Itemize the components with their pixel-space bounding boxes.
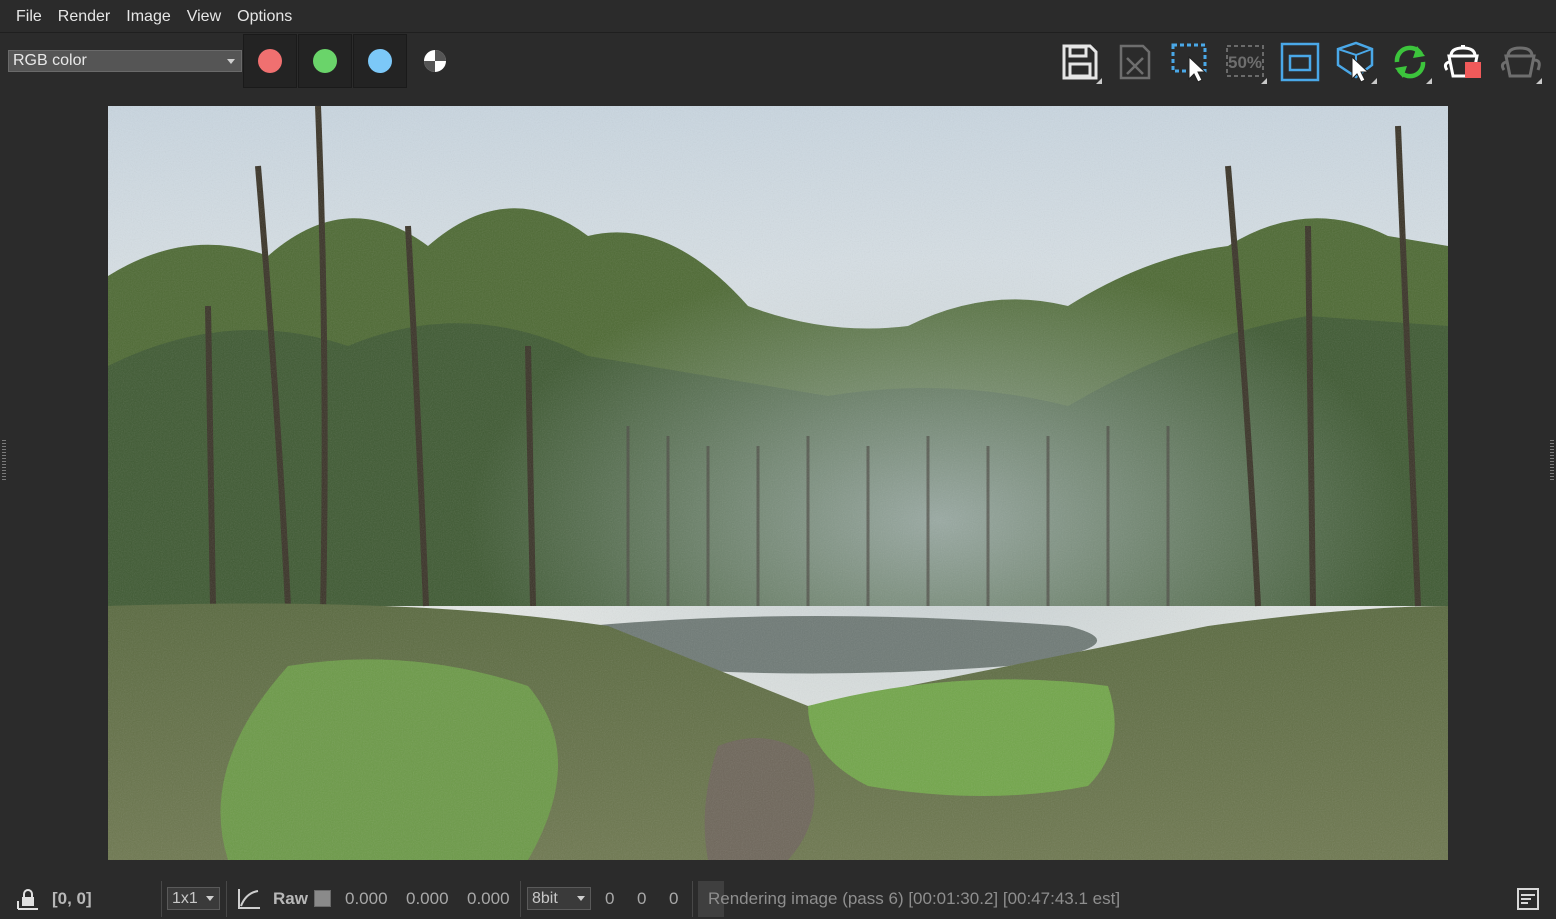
render-stop-button[interactable] [1439, 38, 1491, 86]
channel-select[interactable]: RGB color [8, 50, 242, 72]
render-teapot-icon [1500, 46, 1541, 78]
b-int-value: 0 [669, 889, 679, 908]
sampling-select[interactable]: 1x1 [167, 887, 220, 910]
safe-frame-button[interactable] [1274, 38, 1326, 86]
red-dot-icon [258, 49, 282, 73]
render-status-text: Rendering image (pass 6) [00:01:30.2] [0… [708, 889, 1121, 908]
zoom-50-percent-icon: 50% [1226, 45, 1264, 77]
menu-file[interactable]: File [8, 0, 50, 33]
pixel-coords: [0, 0] [52, 889, 92, 908]
render-teapot-button[interactable] [1494, 38, 1546, 86]
rendered-image[interactable] [108, 106, 1448, 860]
toolbar: RGB color 50% [0, 34, 1556, 88]
r-float-value: 0.000 [345, 889, 388, 908]
dropdown-corner-icon [1426, 78, 1432, 84]
save-image-button[interactable] [1054, 38, 1106, 86]
b-float-value: 0.000 [467, 889, 510, 908]
bit-depth-select[interactable]: 8bit [527, 887, 591, 910]
green-channel-button[interactable] [298, 34, 352, 88]
lock-icon[interactable] [16, 887, 40, 911]
alpha-channel-button[interactable] [408, 34, 462, 88]
forest-render-image [108, 106, 1448, 860]
sampling-value: 1x1 [172, 890, 198, 907]
divider [520, 881, 521, 917]
clear-frame-buffer-button[interactable] [1109, 38, 1161, 86]
alpha-channel-icon [424, 50, 446, 72]
zoom-label: 50% [1228, 53, 1262, 72]
safe-frame-icon [1280, 42, 1320, 82]
interactive-render-icon [1394, 45, 1426, 79]
region-render-button[interactable] [1164, 38, 1216, 86]
divider [161, 881, 162, 917]
chevron-down-icon [577, 896, 585, 901]
status-bar: [0, 0] 1x1 Raw 0.000 0.000 0.000 8bit 0 … [0, 879, 1556, 919]
menu-image[interactable]: Image [118, 0, 178, 33]
clear-frame-buffer-icon [1119, 44, 1151, 80]
menu-bar: File Render Image View Options [0, 0, 1556, 33]
curve-icon[interactable] [236, 887, 262, 911]
track-mouse-icon [1336, 41, 1374, 83]
divider [692, 881, 693, 917]
r-int-value: 0 [605, 889, 615, 908]
divider [226, 881, 227, 917]
channel-select-value: RGB color [13, 52, 87, 69]
color-swatch [314, 890, 331, 907]
menu-options[interactable]: Options [229, 0, 300, 33]
chevron-down-icon [227, 59, 235, 64]
menu-view[interactable]: View [179, 0, 229, 33]
save-image-icon [1062, 44, 1098, 80]
raw-label: Raw [273, 889, 308, 908]
dropdown-corner-icon [1536, 78, 1542, 84]
menu-render[interactable]: Render [50, 0, 118, 33]
dropdown-corner-icon [1371, 78, 1377, 84]
red-channel-button[interactable] [243, 34, 297, 88]
zoom-50-button[interactable]: 50% [1219, 38, 1271, 86]
chevron-down-icon [206, 896, 214, 901]
dropdown-corner-icon [1261, 78, 1267, 84]
track-mouse-button[interactable] [1329, 38, 1381, 86]
log-window-icon[interactable] [1516, 887, 1540, 911]
g-float-value: 0.000 [406, 889, 449, 908]
dropdown-corner-icon [1096, 78, 1102, 84]
g-int-value: 0 [637, 889, 647, 908]
interactive-render-button[interactable] [1384, 38, 1436, 86]
region-render-icon [1171, 43, 1207, 83]
render-stop-icon [1443, 45, 1481, 78]
blue-dot-icon [368, 49, 392, 73]
green-dot-icon [313, 49, 337, 73]
right-panel-grip[interactable] [1550, 440, 1554, 480]
left-panel-grip[interactable] [2, 440, 6, 480]
blue-channel-button[interactable] [353, 34, 407, 88]
bit-depth-value: 8bit [532, 890, 558, 907]
